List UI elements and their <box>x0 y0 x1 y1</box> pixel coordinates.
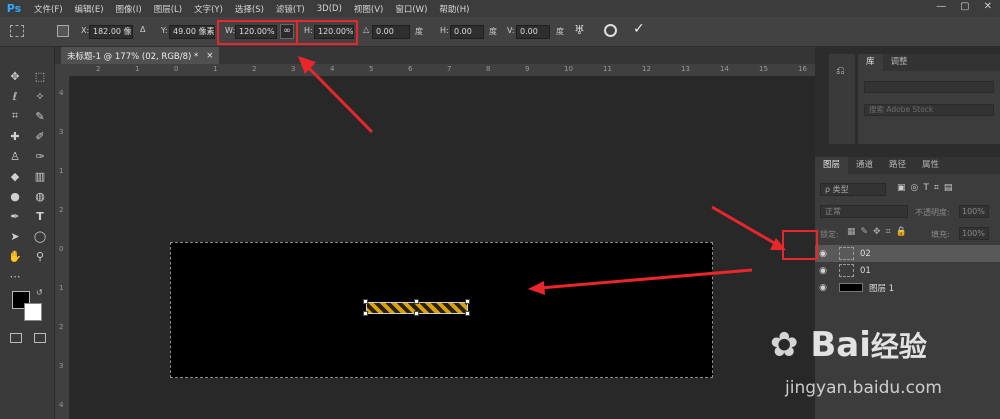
watermark-paw-icon: ✿ <box>770 325 799 365</box>
watermark-logo: ✿ Bai经验 <box>770 325 927 365</box>
watermark-url: jingyan.baidu.com <box>785 378 942 398</box>
